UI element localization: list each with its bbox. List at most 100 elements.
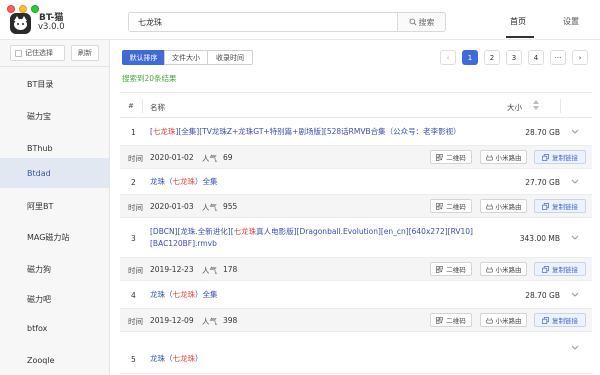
sidebar-item-zooqle[interactable]: Zooqle — [0, 344, 110, 375]
file-size: 343.00 MB — [519, 234, 560, 243]
sidebar-item-btfox[interactable]: btfox — [0, 312, 110, 344]
copy-link-button[interactable]: 复制链接 — [534, 262, 586, 276]
sidebar-item-ciliba[interactable]: 磁力吧 — [0, 283, 110, 315]
page-button-1[interactable]: 1 — [462, 50, 478, 65]
router-icon — [485, 317, 493, 323]
row-number: 3 — [131, 234, 136, 243]
page-button-3[interactable]: 3 — [506, 50, 522, 65]
torrent-title[interactable]: [DBCN][龙珠.全新进化][七龙珠真人电影版][Dragonball.Evo… — [150, 226, 490, 250]
prev-page-button[interactable]: ‹ — [440, 50, 456, 65]
search-box: 搜索 — [128, 12, 446, 32]
search-button[interactable]: 搜索 — [397, 13, 445, 31]
search-input[interactable] — [129, 13, 397, 31]
popularity-value: 955 — [223, 202, 238, 211]
maximize-window-button[interactable] — [31, 5, 39, 13]
search-icon — [409, 18, 417, 26]
nav-settings-tab[interactable]: 设置 — [563, 16, 579, 27]
row-detail: 时间 2019-12-23 人气 178 二维码 小米路由 复制链接 — [120, 258, 592, 281]
expand-chevron-icon[interactable] — [571, 179, 579, 187]
time-value: 2020-01-03 — [150, 202, 194, 211]
mi-router-button[interactable]: 小米路由 — [480, 313, 527, 327]
popularity-label: 人气 — [202, 317, 217, 326]
qrcode-button[interactable]: 二维码 — [430, 150, 472, 164]
table-header: # 名称 大小 — [120, 92, 592, 118]
row-detail: 时间 2019-12-09 人气 398 二维码 小米路由 复制链接 — [120, 309, 592, 332]
qrcode-button[interactable]: 二维码 — [430, 313, 472, 327]
close-window-button[interactable] — [7, 5, 15, 13]
sidebar: 记住选择 刷新 BT目录 磁力宝 BThub Btdad 阿里BT MAG磁力站… — [0, 40, 110, 375]
time-label: 时间 — [128, 203, 143, 212]
table-row[interactable]: 4 龙珠（七龙珠）全集 28.70 GB — [120, 281, 592, 309]
time-label: 时间 — [128, 317, 143, 326]
torrent-title[interactable]: 龙珠（七龙珠）全集 — [150, 289, 490, 301]
popularity-value: 398 — [223, 316, 238, 325]
popularity-label: 人气 — [202, 154, 217, 163]
checkbox-icon — [15, 49, 22, 57]
router-icon — [485, 154, 493, 160]
column-divider — [142, 99, 143, 113]
popularity-label: 人气 — [202, 203, 217, 212]
file-size: 27.70 GB — [525, 178, 560, 187]
table-row[interactable]: 1 [七龙珠][全集][TV龙珠Z+龙珠GT+特别篇+剧场版][528话RMVB… — [120, 118, 592, 146]
remember-selection-label: 记住选择 — [25, 49, 53, 57]
qrcode-icon — [436, 153, 444, 161]
qrcode-button[interactable]: 二维码 — [430, 199, 472, 213]
torrent-title[interactable]: 龙珠（七龙珠） — [150, 353, 490, 365]
next-page-button[interactable]: › — [572, 50, 588, 65]
sort-default-tab[interactable]: 默认排序 — [122, 50, 165, 65]
expand-chevron-icon[interactable] — [571, 129, 579, 137]
copy-link-button[interactable]: 复制链接 — [534, 313, 586, 327]
time-value: 2020-01-02 — [150, 153, 194, 162]
torrent-title[interactable]: [七龙珠][全集][TV龙珠Z+龙珠GT+特别篇+剧场版][528话RMVB合集… — [150, 126, 490, 138]
mi-router-button[interactable]: 小米路由 — [480, 262, 527, 276]
popularity-value: 69 — [223, 153, 233, 162]
file-size: 28.70 GB — [525, 291, 560, 300]
row-number: 4 — [131, 291, 136, 300]
sidebar-item-cilibao[interactable]: 磁力宝 — [0, 100, 110, 132]
sort-tabs: 默认排序 文件大小 收录时间 — [122, 50, 253, 65]
remember-selection-checkbox[interactable]: 记住选择 — [10, 45, 65, 61]
time-value: 2019-12-09 — [150, 316, 194, 325]
table-row[interactable]: 3 [DBCN][龙珠.全新进化][七龙珠真人电影版][Dragonball.E… — [120, 218, 592, 258]
more-pages-button[interactable]: ··· — [550, 50, 566, 65]
qrcode-icon — [436, 202, 444, 210]
column-divider — [560, 99, 561, 113]
row-number: 1 — [131, 128, 136, 137]
expand-chevron-icon[interactable] — [571, 235, 579, 243]
page-button-2[interactable]: 2 — [484, 50, 500, 65]
nav-home-tab[interactable]: 首页 — [510, 16, 526, 27]
sidebar-item-alibt[interactable]: 阿里BT — [0, 190, 110, 222]
sort-arrows-icon[interactable] — [532, 100, 540, 112]
mi-router-button[interactable]: 小米路由 — [480, 150, 527, 164]
row-number: 2 — [131, 178, 136, 187]
table-row[interactable]: 5 龙珠（七龙珠） — [120, 345, 592, 374]
table-row[interactable]: 2 龙珠（七龙珠）全集 27.70 GB — [120, 169, 592, 195]
row-detail: 时间 2020-01-03 人气 955 二维码 小米路由 复制链接 — [120, 195, 592, 218]
copy-link-button[interactable]: 复制链接 — [534, 150, 586, 164]
row-number: 5 — [131, 355, 136, 364]
sidebar-item-mag[interactable]: MAG磁力站 — [0, 221, 110, 253]
sidebar-item-bt-directory[interactable]: BT目录 — [0, 68, 110, 100]
expand-chevron-icon[interactable] — [571, 345, 579, 353]
column-header-name: 名称 — [150, 103, 165, 112]
row-detail: 时间 2020-01-02 人气 69 二维码 小米路由 复制链接 — [120, 146, 592, 169]
copy-icon — [542, 316, 549, 324]
mi-router-button[interactable]: 小米路由 — [480, 199, 527, 213]
copy-link-button[interactable]: 复制链接 — [534, 199, 586, 213]
result-summary: 搜索到20条结果 — [122, 74, 177, 83]
qrcode-button[interactable]: 二维码 — [430, 262, 472, 276]
minimize-window-button[interactable] — [19, 5, 27, 13]
torrent-title[interactable]: 龙珠（七龙珠）全集 — [150, 176, 490, 188]
expand-chevron-icon[interactable] — [571, 292, 579, 300]
page-button-4[interactable]: 4 — [528, 50, 544, 65]
file-size: 28.70 GB — [525, 128, 560, 137]
time-value: 2019-12-23 — [150, 265, 194, 274]
column-header-size[interactable]: 大小 — [507, 102, 522, 113]
sort-size-tab[interactable]: 文件大小 — [164, 50, 208, 65]
sort-time-tab[interactable]: 收录时间 — [207, 50, 253, 65]
sidebar-item-cilidog[interactable]: 磁力狗 — [0, 253, 110, 285]
copy-icon — [542, 202, 549, 210]
sidebar-item-btdad[interactable]: Btdad — [0, 158, 110, 188]
refresh-button[interactable]: 刷新 — [71, 45, 99, 61]
time-label: 时间 — [128, 154, 143, 163]
